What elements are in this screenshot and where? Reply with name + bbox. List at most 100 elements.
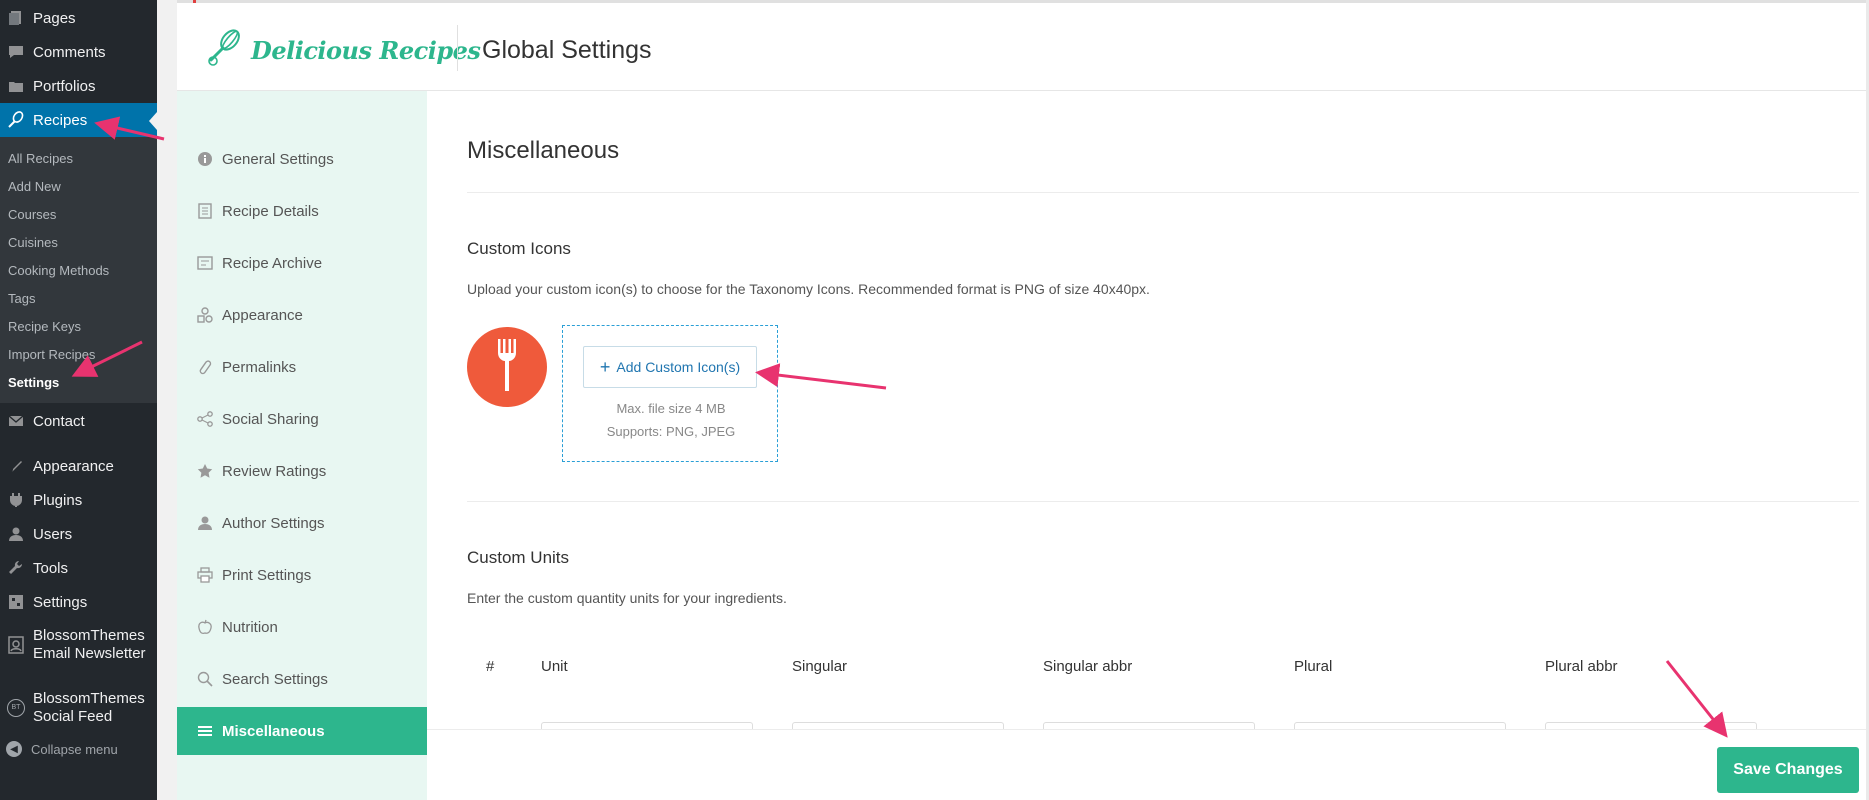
save-changes-label: Save Changes [1733,761,1843,778]
bt-logo-icon: BT [6,698,26,718]
nav-label: Appearance [222,306,303,324]
search-icon [197,671,213,687]
settings-icon [6,592,26,612]
whisk-logo-icon [205,28,245,73]
wp-menu-users[interactable]: Users [0,517,157,551]
column-header-singular-abbr: Singular abbr [1043,658,1133,675]
nav-social-sharing[interactable]: Social Sharing [177,395,427,443]
nav-label: Recipe Details [222,202,319,220]
submenu-all-recipes[interactable]: All Recipes [8,151,73,166]
nav-general-settings[interactable]: General Settings [177,135,427,183]
wp-menu-settings[interactable]: Settings [0,585,157,619]
paintbrush-icon [6,456,26,476]
wrench-icon [6,558,26,578]
footer-bar: Save Changes [427,729,1869,800]
custom-units-heading: Custom Units [467,548,570,567]
submenu-courses[interactable]: Courses [8,207,56,222]
collapse-label: Collapse menu [31,741,118,757]
wp-menu-label: BlossomThemes Email Newsletter [33,627,146,663]
wp-menu-email-newsletter[interactable]: BlossomThemes Email Newsletter [0,620,157,670]
delicious-recipes-logo[interactable]: Delicious Recipes [205,28,481,73]
comments-icon [6,42,26,62]
submenu-cooking-methods[interactable]: Cooking Methods [8,263,109,278]
save-changes-button[interactable]: Save Changes [1717,747,1859,793]
nav-recipe-details[interactable]: Recipe Details [177,187,427,235]
wp-menu-label: Settings [33,593,88,611]
wp-menu-plugins[interactable]: Plugins [0,483,157,517]
nav-permalinks[interactable]: Permalinks [177,343,427,391]
social-feed-line2: Social Feed [33,708,113,725]
star-icon [197,463,213,479]
user-icon [6,524,26,544]
document-icon [197,203,213,219]
wp-menu-label: Pages [33,9,76,27]
nav-label: General Settings [222,150,334,168]
bt-badge: BT [7,699,25,717]
wp-menu-label: Contact [33,412,85,430]
wp-menu-label: Tools [33,559,69,577]
column-header-unit: Unit [541,658,568,675]
nav-miscellaneous[interactable]: Miscellaneous [177,707,427,755]
settings-nav: General Settings Recipe Details Recipe A… [177,91,427,800]
submenu-settings[interactable]: Settings [8,375,59,390]
wp-menu-label: Appearance [33,457,114,475]
nav-label: Permalinks [222,358,297,376]
nav-search-settings[interactable]: Search Settings [177,655,427,703]
nav-author-settings[interactable]: Author Settings [177,499,427,547]
nav-recipe-archive[interactable]: Recipe Archive [177,239,427,287]
wp-menu-contact[interactable]: Contact [0,404,157,438]
nav-nutrition[interactable]: Nutrition [177,603,427,651]
nav-label: Miscellaneous [222,722,325,740]
whisk-icon [6,110,26,130]
plus-icon: + [599,357,611,377]
archive-icon [197,255,213,271]
custom-icon-preview[interactable] [467,327,547,407]
nav-label: Review Ratings [222,462,327,480]
wp-menu-portfolios[interactable]: Portfolios [0,69,157,103]
submenu-recipe-keys[interactable]: Recipe Keys [8,319,81,334]
submenu-import-recipes[interactable]: Import Recipes [8,347,95,362]
active-menu-notch [149,112,157,130]
nav-label: Nutrition [222,618,278,636]
nav-print-settings[interactable]: Print Settings [177,551,427,599]
wp-menu-social-feed[interactable]: BT BlossomThemes Social Feed [0,683,157,733]
email-newsletter-line2: Email Newsletter [33,645,146,662]
nav-label: Author Settings [222,514,325,532]
supported-formats-note: Supports: PNG, JPEG [606,424,736,439]
custom-icons-heading: Custom Icons [467,239,571,258]
wp-menu-appearance[interactable]: Appearance [0,449,157,483]
wp-admin-sidebar: Pages Comments Portfolios Recipes All Re… [0,0,157,800]
page-title: Global Settings [482,36,652,64]
column-header-plural: Plural [1294,658,1333,675]
max-file-size-note: Max. file size 4 MB [616,401,726,416]
submenu-add-new[interactable]: Add New [8,179,61,194]
newsletter-icon [6,635,26,655]
settings-content: Miscellaneous Custom Icons Upload your c… [467,91,1869,800]
social-feed-line1: BlossomThemes [33,690,145,707]
folder-icon [6,76,26,96]
wp-menu-comments[interactable]: Comments [0,35,157,69]
wp-menu-recipes[interactable]: Recipes [0,103,157,137]
nav-review-ratings[interactable]: Review Ratings [177,447,427,495]
add-custom-icon-button[interactable]: + Add Custom Icon(s) [583,346,757,388]
info-icon [197,151,213,167]
collapse-menu-button[interactable]: ◀ Collapse menu [6,741,118,757]
upload-dropzone[interactable]: + Add Custom Icon(s) Max. file size 4 MB… [562,325,778,462]
submenu-tags[interactable]: Tags [8,291,35,306]
nav-label: Social Sharing [222,410,319,428]
column-header-plural-abbr: Plural abbr [1545,658,1618,675]
wp-menu-label: BlossomThemes Social Feed [33,690,145,726]
shapes-icon [197,307,213,323]
divider [467,192,1859,193]
wp-menu-label: Recipes [33,111,88,129]
column-header-index: # [486,658,495,675]
wp-menu-pages[interactable]: Pages [0,1,157,35]
wp-menu-tools[interactable]: Tools [0,551,157,585]
custom-icons-description: Upload your custom icon(s) to choose for… [467,281,1150,297]
submenu-cuisines[interactable]: Cuisines [8,235,58,250]
divider [467,501,1859,502]
nav-appearance[interactable]: Appearance [177,291,427,339]
nav-label: Print Settings [222,566,312,584]
apple-icon [197,619,213,635]
section-title: Miscellaneous [467,137,620,164]
